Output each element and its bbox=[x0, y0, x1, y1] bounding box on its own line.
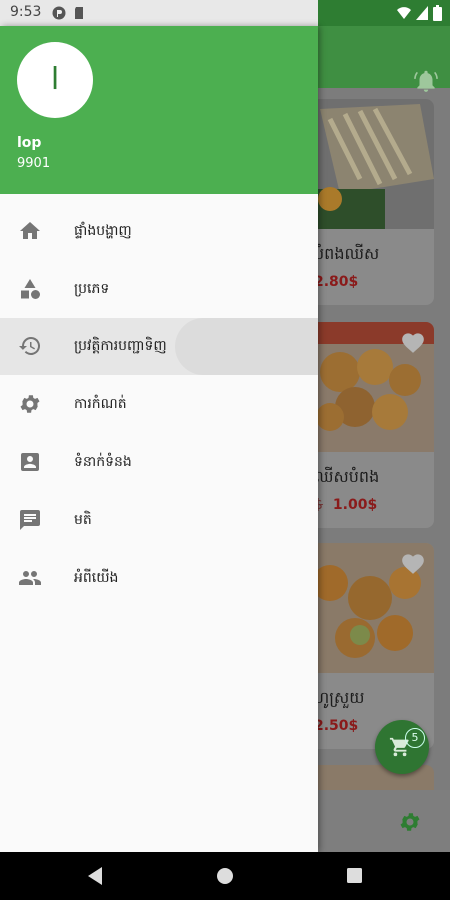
user-id: 9901 bbox=[17, 156, 51, 171]
product-price-value: 2.50$ bbox=[314, 718, 359, 734]
user-name: lop bbox=[17, 135, 42, 151]
favorite-heart-icon[interactable] bbox=[400, 551, 426, 575]
menu-item-settings[interactable]: ការកំណត់ bbox=[0, 376, 318, 433]
history-icon bbox=[19, 336, 41, 355]
menu-item-about-us[interactable]: អំពីយើង bbox=[0, 550, 318, 607]
contact-icon bbox=[21, 453, 39, 471]
favorite-heart-icon[interactable] bbox=[400, 330, 426, 354]
product-price: 2.80$ bbox=[314, 274, 358, 290]
product-price-value: 1.00$ bbox=[332, 497, 378, 513]
navigation-drawer: l lop 9901 ផ្ទាំងបង្ហាញ ប្រភេទ ប្រវត្តិក… bbox=[0, 26, 318, 852]
wifi-icon bbox=[397, 7, 411, 19]
product-price: $1.00$ bbox=[314, 497, 377, 513]
home-icon bbox=[20, 222, 40, 239]
status-bar: 9:53 bbox=[0, 0, 318, 26]
cart-fab-button[interactable]: 5 bbox=[375, 720, 429, 774]
system-navigation-bar bbox=[0, 852, 450, 900]
feedback-icon bbox=[20, 510, 40, 530]
drawer-header: l lop 9901 bbox=[0, 26, 318, 194]
menu-item-label: ប្រវត្តិការបញ្ជាទិញ bbox=[74, 338, 167, 354]
signal-icon bbox=[416, 6, 428, 20]
menu-item-label: ទំនាក់ទំនង bbox=[74, 454, 132, 470]
ripple-highlight bbox=[175, 318, 318, 375]
menu-item-label: ប្រភេទ bbox=[74, 281, 110, 297]
product-price: 2.50$ bbox=[314, 718, 358, 734]
app-notification-icon bbox=[52, 6, 66, 20]
product-name: ឈីសបំពង bbox=[314, 467, 380, 486]
settings-icon[interactable] bbox=[398, 810, 422, 834]
menu-item-label: មតិ bbox=[74, 512, 92, 528]
product-name: បំពងឈីស bbox=[314, 244, 380, 263]
category-icon bbox=[21, 279, 40, 299]
product-name: ហូស្រួយ bbox=[314, 688, 365, 707]
home-button-icon[interactable] bbox=[216, 867, 234, 885]
settings-icon bbox=[20, 395, 40, 413]
menu-item-label: ផ្ទាំងបង្ហាញ bbox=[74, 223, 132, 239]
back-icon[interactable] bbox=[86, 866, 104, 886]
menu-item-contact[interactable]: ទំនាក់ទំនង bbox=[0, 434, 318, 491]
avatar[interactable]: l bbox=[17, 42, 93, 118]
status-time: 9:53 bbox=[10, 4, 42, 20]
product-card[interactable]: បំពងឈីស 2.80$ bbox=[300, 99, 434, 305]
product-price-value: 2.80$ bbox=[314, 274, 359, 290]
bottom-navigation bbox=[300, 790, 450, 852]
notification-bell-icon[interactable] bbox=[413, 68, 439, 94]
menu-item-label: អំពីយើង bbox=[74, 570, 119, 586]
menu-item-category[interactable]: ប្រភេទ bbox=[0, 261, 318, 318]
menu-item-order-history[interactable]: ប្រវត្តិការបញ្ជាទិញ bbox=[0, 318, 318, 375]
menu-item-label: ការកំណត់ bbox=[74, 396, 127, 412]
battery-icon bbox=[433, 5, 442, 21]
sd-card-icon bbox=[75, 7, 83, 19]
product-card[interactable]: ហូស្រួយ 2.50$ bbox=[300, 543, 434, 749]
menu-item-feedback[interactable]: មតិ bbox=[0, 492, 318, 549]
cart-count-badge: 5 bbox=[405, 728, 425, 748]
product-card[interactable]: ឈីសបំពង $1.00$ bbox=[300, 322, 434, 528]
recents-icon[interactable] bbox=[346, 867, 363, 884]
screen: បំពងឈីស 2.80$ ឈីសបំពង $1.00$ ហូស្រួយ 2.5… bbox=[0, 0, 450, 900]
menu-item-dashboard[interactable]: ផ្ទាំងបង្ហាញ bbox=[0, 203, 318, 260]
about-us-icon bbox=[19, 571, 41, 585]
product-image bbox=[300, 99, 434, 229]
